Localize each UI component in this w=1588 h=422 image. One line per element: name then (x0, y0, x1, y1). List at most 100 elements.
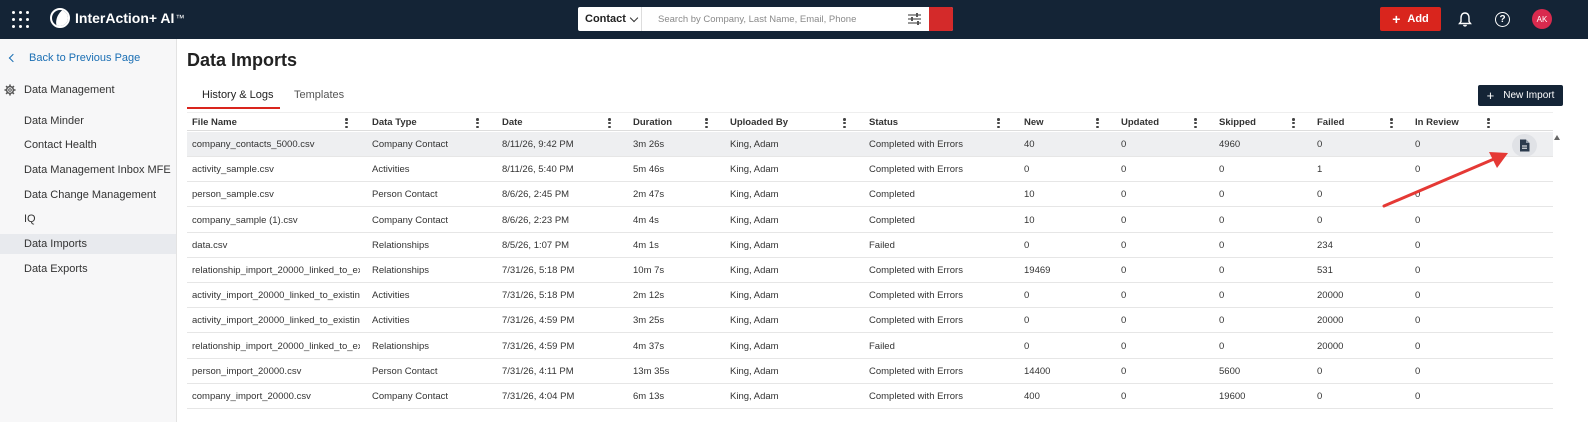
column-header-new[interactable]: New (1024, 113, 1044, 132)
cell-duration: 4m 37s (633, 340, 665, 352)
new-import-button[interactable]: + New Import (1478, 85, 1563, 106)
table-row[interactable]: relationship_import_20000_linked_to_exis… (187, 334, 1553, 359)
cell-failed: 20000 (1317, 340, 1344, 352)
column-menu-icon[interactable] (1487, 118, 1490, 128)
cell-in-review: 0 (1415, 315, 1421, 327)
cell-in-review: 0 (1415, 340, 1421, 352)
cell-new: 19469 (1024, 265, 1051, 276)
cell-new: 14400 (1024, 365, 1051, 377)
table-row[interactable]: activity_sample.csv Activities 8/11/26, 5:… (187, 157, 1553, 183)
sidebar-item-data-exports[interactable]: Data Exports (0, 259, 176, 279)
column-menu-icon[interactable] (345, 118, 348, 128)
cell-file-name: company_import_20000.csv (192, 391, 311, 402)
column-header-duration[interactable]: Duration (633, 113, 672, 132)
plus-icon: + (1486, 88, 1495, 103)
cell-status: Completed (869, 214, 915, 226)
search-entity-select[interactable]: Contact (578, 7, 642, 31)
cell-duration: 10m 7s (633, 265, 665, 276)
sidebar-item-iq[interactable]: IQ (0, 209, 176, 229)
table-row[interactable]: person_sample.csv Person Contact 8/6/26, 2… (187, 182, 1553, 208)
cell-uploaded-by: King, Adam (730, 189, 779, 201)
table-row[interactable]: company_sample (1).csv Company Contact 8/6… (187, 208, 1553, 233)
table-row[interactable]: company_contacts_5000.csv Company Contact… (187, 132, 1553, 157)
cell-data-type: Person Contact (372, 365, 438, 377)
sidebar-section-data-management[interactable]: Data Management (4, 84, 115, 96)
table-row[interactable]: person_import_20000.csv Person Contact 7/3… (187, 359, 1553, 384)
app-logo[interactable]: InterAction+ AI ™ (50, 8, 184, 28)
column-menu-icon[interactable] (705, 118, 708, 128)
column-menu-icon[interactable] (608, 118, 611, 128)
cell-new: 0 (1024, 164, 1030, 176)
cell-in-review: 0 (1415, 265, 1421, 276)
active-tab-indicator (187, 107, 280, 109)
search-submit-button[interactable] (929, 7, 953, 31)
table-row[interactable]: activity_import_20000_linked_to_existing… (187, 283, 1553, 309)
tab-templates[interactable]: Templates (294, 89, 344, 101)
cell-duration: 3m 26s (633, 139, 665, 150)
filter-sliders-icon[interactable] (908, 13, 921, 25)
scroll-up-arrow-icon[interactable] (1554, 135, 1560, 140)
column-menu-icon[interactable] (1390, 118, 1393, 128)
column-header-failed[interactable]: Failed (1317, 113, 1344, 132)
cell-uploaded-by: King, Adam (730, 290, 779, 302)
column-header-file-name[interactable]: File Name (192, 113, 237, 132)
table-row[interactable]: data.csv Relationships 8/5/26, 1:07 PM 4m 1… (187, 233, 1553, 258)
help-icon[interactable]: ? (1495, 12, 1510, 27)
table-row[interactable]: company_import_20000.csv Company Contact 7… (187, 384, 1553, 409)
cell-uploaded-by: King, Adam (730, 365, 779, 377)
cell-failed: 531 (1317, 265, 1333, 276)
table-header: File Name Data Type Date Duration Uploaded B… (187, 112, 1553, 131)
cell-updated: 0 (1121, 290, 1127, 302)
column-menu-icon[interactable] (1194, 118, 1197, 128)
cell-uploaded-by: King, Adam (730, 315, 779, 327)
sidebar-item-data-imports[interactable]: Data Imports (0, 234, 176, 254)
column-header-in-review[interactable]: In Review (1415, 113, 1459, 132)
column-menu-icon[interactable] (1292, 118, 1295, 128)
sidebar-item-label: Data Minder (24, 115, 84, 127)
cell-skipped: 0 (1219, 290, 1225, 302)
tab-history-logs[interactable]: History & Logs (202, 89, 274, 101)
column-header-updated[interactable]: Updated (1121, 113, 1159, 132)
sidebar-item-contact-health[interactable]: Contact Health (0, 135, 176, 155)
add-button[interactable]: + Add (1380, 7, 1441, 31)
cell-updated: 0 (1121, 189, 1127, 201)
column-header-data-type[interactable]: Data Type (372, 113, 417, 132)
sidebar-item-data-minder[interactable]: Data Minder (0, 111, 176, 131)
back-to-previous-page-link[interactable]: Back to Previous Page (8, 52, 140, 64)
cell-new: 40 (1024, 139, 1035, 150)
view-log-document-button[interactable] (1512, 134, 1537, 157)
column-header-skipped[interactable]: Skipped (1219, 113, 1256, 132)
cell-failed: 0 (1317, 139, 1323, 150)
sidebar-item-data-management-inbox[interactable]: Data Management Inbox MFE (0, 160, 176, 180)
cell-data-type: Relationships (372, 340, 430, 352)
column-header-status[interactable]: Status (869, 113, 898, 132)
cell-data-type: Activities (372, 315, 410, 327)
column-header-uploaded-by[interactable]: Uploaded By (730, 113, 788, 132)
cell-in-review: 0 (1415, 139, 1421, 150)
cell-status: Completed with Errors (869, 139, 963, 150)
cell-date: 8/11/26, 5:40 PM (502, 164, 574, 176)
sidebar-item-label: Data Change Management (24, 189, 157, 201)
cell-updated: 0 (1121, 139, 1127, 150)
cell-new: 0 (1024, 340, 1030, 352)
cell-file-name: activity_import_20000_linked_to_existing… (192, 315, 360, 327)
table-scrollbar[interactable] (1553, 131, 1562, 422)
column-header-date[interactable]: Date (502, 113, 523, 132)
gear-icon (4, 84, 16, 96)
table-row[interactable]: relationship_import_20000_linked_to_exis… (187, 258, 1553, 283)
table-row[interactable]: activity_import_20000_linked_to_existing… (187, 308, 1553, 334)
cell-data-type: Activities (372, 164, 410, 176)
cell-duration: 2m 47s (633, 189, 665, 201)
cell-updated: 0 (1121, 214, 1127, 226)
column-menu-icon[interactable] (1096, 118, 1099, 128)
cell-date: 7/31/26, 5:18 PM (502, 290, 575, 302)
cell-new: 0 (1024, 239, 1030, 251)
column-menu-icon[interactable] (997, 118, 1000, 128)
notification-bell-icon[interactable] (1458, 12, 1472, 27)
column-menu-icon[interactable] (476, 118, 479, 128)
sidebar-item-data-change-management[interactable]: Data Change Management (0, 185, 176, 205)
apps-grid-icon[interactable] (12, 11, 29, 28)
user-avatar[interactable]: AK (1532, 9, 1552, 29)
search-input[interactable] (642, 8, 892, 30)
column-menu-icon[interactable] (843, 118, 846, 128)
